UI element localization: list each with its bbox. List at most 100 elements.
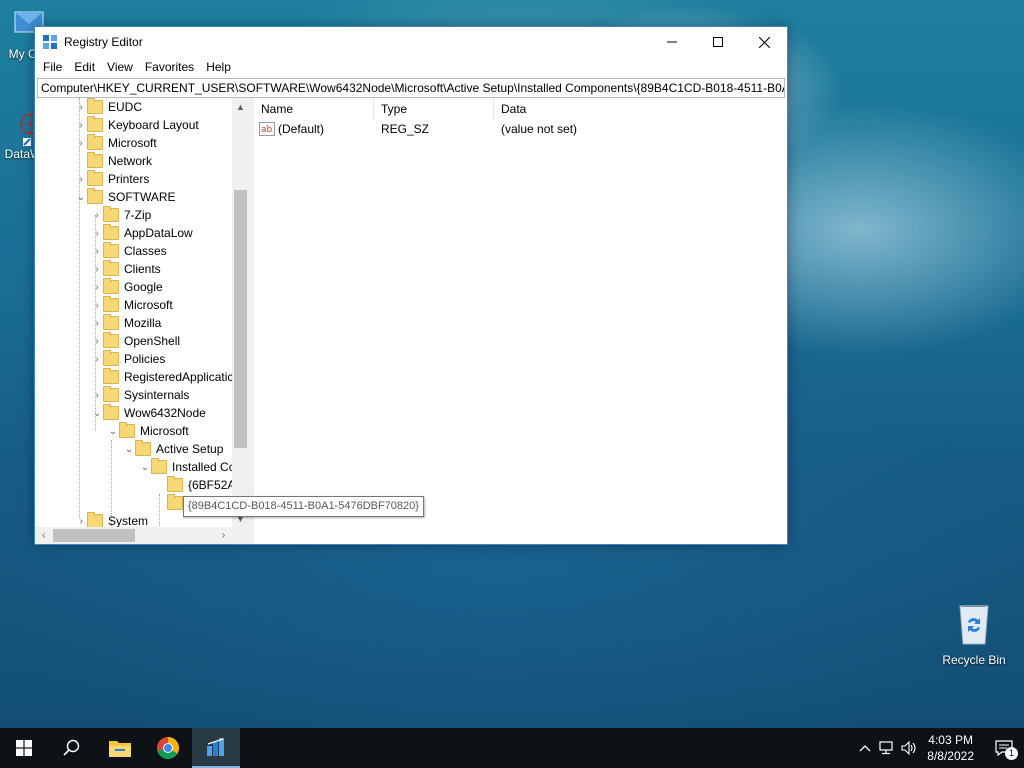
expand-arrow-icon[interactable]: › bbox=[91, 332, 103, 350]
menu-help[interactable]: Help bbox=[200, 60, 237, 74]
folder-icon bbox=[103, 260, 119, 276]
title-bar[interactable]: Registry Editor bbox=[35, 27, 787, 57]
key-tree[interactable]: › EUDC › Keyboard Layout › Microsoft Network › P… bbox=[35, 98, 250, 544]
tree-item-label: Active Setup bbox=[156, 442, 224, 456]
registry-editor-taskbar-button[interactable] bbox=[192, 728, 240, 768]
tree-item[interactable]: › Microsoft bbox=[75, 134, 157, 152]
expand-arrow-icon[interactable]: › bbox=[91, 260, 103, 278]
search-button[interactable] bbox=[48, 728, 96, 768]
tree-item[interactable]: › Clients bbox=[91, 260, 161, 278]
tree-item-label: AppDataLow bbox=[124, 226, 193, 240]
taskbar-clock[interactable]: 4:03 PM 8/8/2022 bbox=[927, 732, 974, 764]
expand-arrow-icon[interactable]: › bbox=[91, 224, 103, 242]
menu-file[interactable]: File bbox=[37, 60, 68, 74]
folder-icon bbox=[103, 368, 119, 384]
collapse-arrow-icon[interactable]: ⌄ bbox=[139, 458, 151, 476]
folder-icon bbox=[167, 476, 183, 492]
tree-item[interactable]: › Sysinternals bbox=[91, 386, 189, 404]
tree-item[interactable]: › Classes bbox=[91, 242, 167, 260]
tree-item[interactable]: › Google bbox=[91, 278, 163, 296]
folder-icon bbox=[103, 404, 119, 420]
window-title: Registry Editor bbox=[64, 35, 143, 49]
tree-item[interactable]: ⌄ Microsoft bbox=[107, 422, 189, 440]
tree-item-label: Microsoft bbox=[108, 136, 157, 150]
collapse-arrow-icon[interactable]: ⌄ bbox=[75, 188, 87, 206]
tree-vertical-scrollbar[interactable]: ▲ ▼ bbox=[232, 98, 249, 527]
chrome-button[interactable] bbox=[144, 728, 192, 768]
folder-icon bbox=[87, 116, 103, 132]
minimize-button[interactable] bbox=[649, 27, 695, 57]
tree-item[interactable]: › Policies bbox=[91, 350, 165, 368]
action-center-button[interactable]: 1 bbox=[984, 728, 1024, 768]
column-header-type[interactable]: Type bbox=[374, 98, 494, 120]
expand-arrow-icon[interactable]: › bbox=[75, 116, 87, 134]
close-button[interactable] bbox=[741, 27, 787, 57]
folder-icon bbox=[103, 224, 119, 240]
expand-arrow-icon[interactable]: › bbox=[75, 98, 87, 116]
folder-icon bbox=[103, 350, 119, 366]
maximize-button[interactable] bbox=[695, 27, 741, 57]
string-value-icon: ab bbox=[259, 122, 275, 136]
tree-item[interactable]: › EUDC bbox=[75, 98, 142, 116]
tree-horizontal-scrollbar[interactable]: ‹ › bbox=[35, 527, 249, 544]
tree-item-label: Network bbox=[108, 154, 153, 168]
expand-arrow-icon[interactable]: › bbox=[91, 296, 103, 314]
scroll-up-arrow[interactable]: ▲ bbox=[232, 98, 249, 115]
tree-connector bbox=[91, 368, 103, 386]
folder-icon bbox=[87, 152, 103, 168]
collapse-arrow-icon[interactable]: ⌄ bbox=[91, 404, 103, 422]
tree-item[interactable]: › OpenShell bbox=[91, 332, 180, 350]
collapse-arrow-icon[interactable]: ⌄ bbox=[107, 422, 119, 440]
expand-arrow-icon[interactable]: › bbox=[91, 386, 103, 404]
expand-arrow-icon[interactable]: › bbox=[75, 134, 87, 152]
file-explorer-button[interactable] bbox=[96, 728, 144, 768]
tree-connector bbox=[155, 476, 167, 494]
tree-item[interactable]: ⌄ Active Setup bbox=[123, 440, 223, 458]
folder-icon bbox=[103, 314, 119, 330]
tree-item[interactable]: RegisteredApplicatic bbox=[91, 368, 233, 386]
folder-icon bbox=[87, 98, 103, 114]
menu-edit[interactable]: Edit bbox=[68, 60, 101, 74]
scroll-thumb[interactable] bbox=[234, 190, 247, 448]
clock-date: 8/8/2022 bbox=[927, 749, 974, 763]
start-button[interactable] bbox=[0, 728, 48, 768]
expand-arrow-icon[interactable]: › bbox=[91, 314, 103, 332]
search-icon bbox=[63, 739, 80, 756]
tree-item-label: Wow6432Node bbox=[124, 406, 206, 420]
folder-icon bbox=[103, 278, 119, 294]
show-hidden-icons-button[interactable] bbox=[859, 744, 871, 752]
tree-item[interactable]: › Keyboard Layout bbox=[75, 116, 199, 134]
volume-control[interactable] bbox=[901, 741, 917, 755]
tree-item[interactable]: › Mozilla bbox=[91, 314, 161, 332]
expand-arrow-icon[interactable]: › bbox=[91, 350, 103, 368]
expand-arrow-icon[interactable]: › bbox=[91, 242, 103, 260]
address-bar[interactable]: Computer\HKEY_CURRENT_USER\SOFTWARE\Wow6… bbox=[37, 78, 785, 98]
scroll-right-arrow[interactable]: › bbox=[215, 527, 232, 544]
tree-item[interactable]: Network bbox=[75, 152, 152, 170]
scroll-left-arrow[interactable]: ‹ bbox=[35, 527, 52, 544]
expand-arrow-icon[interactable]: › bbox=[91, 206, 103, 224]
expand-arrow-icon[interactable]: › bbox=[75, 170, 87, 188]
menu-favorites[interactable]: Favorites bbox=[139, 60, 200, 74]
expand-arrow-icon[interactable]: › bbox=[91, 278, 103, 296]
volume-icon bbox=[901, 741, 916, 755]
folder-icon bbox=[167, 494, 183, 510]
collapse-arrow-icon[interactable]: ⌄ bbox=[123, 440, 135, 458]
scroll-thumb[interactable] bbox=[53, 529, 135, 542]
tree-item[interactable]: {6BF52A bbox=[155, 476, 235, 494]
column-header-data[interactable]: Data bbox=[494, 98, 784, 120]
desktop-icon-recycle-bin[interactable]: Recycle Bin bbox=[938, 600, 1010, 667]
tree-item[interactable]: › 7-Zip bbox=[91, 206, 151, 224]
tree-item[interactable]: ⌄ Wow6432Node bbox=[91, 404, 206, 422]
tree-item[interactable]: ⌄ Installed Cc bbox=[139, 458, 235, 476]
tree-item[interactable]: › Microsoft bbox=[91, 296, 173, 314]
tree-item[interactable]: ⌄ SOFTWARE bbox=[75, 188, 176, 206]
close-icon bbox=[758, 36, 770, 48]
tree-item[interactable]: › AppDataLow bbox=[91, 224, 193, 242]
menu-view[interactable]: View bbox=[101, 60, 139, 74]
network-status[interactable] bbox=[879, 741, 895, 755]
values-list[interactable]: Name Type Data ab (Default) REG_SZ (valu… bbox=[254, 98, 787, 544]
network-icon bbox=[879, 741, 893, 755]
column-header-name[interactable]: Name bbox=[254, 98, 374, 120]
tree-item[interactable]: › Printers bbox=[75, 170, 149, 188]
